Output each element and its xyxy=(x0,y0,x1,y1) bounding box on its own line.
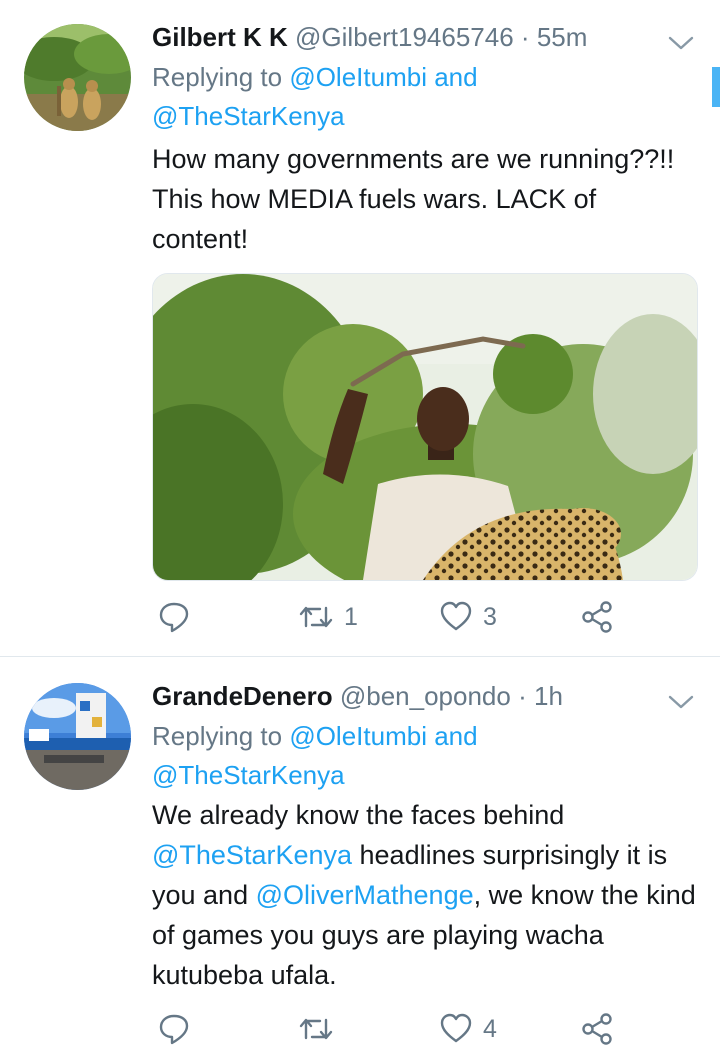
separator-dot: · xyxy=(520,22,530,52)
avatar[interactable] xyxy=(24,683,131,790)
reply-and[interactable]: and xyxy=(434,721,477,751)
retweet-icon xyxy=(298,600,334,634)
reply-and[interactable]: and xyxy=(434,62,477,92)
retweet-count: 1 xyxy=(344,602,358,631)
reply-mention-link[interactable]: @OleItumbi xyxy=(289,721,427,751)
chevron-down-icon[interactable] xyxy=(666,684,696,709)
mention-link[interactable]: @TheStarKenya xyxy=(152,840,352,870)
share-button[interactable] xyxy=(580,1009,614,1049)
tweet-header: GrandeDenero @ben_opondo · 1h xyxy=(152,675,696,717)
scrollbar-thumb[interactable] xyxy=(712,67,720,107)
tweet[interactable]: GrandeDenero @ben_opondo · 1h Replying t… xyxy=(0,657,720,1050)
like-count: 4 xyxy=(483,1014,497,1043)
retweet-button[interactable]: 1 xyxy=(298,597,358,637)
display-name[interactable]: GrandeDenero xyxy=(152,681,333,711)
user-handle[interactable]: @Gilbert19465746 xyxy=(295,22,514,52)
like-count: 3 xyxy=(483,602,497,631)
tweet-content: Gilbert K K @Gilbert19465746 · 55m Reply… xyxy=(152,16,698,581)
tweet-content: GrandeDenero @ben_opondo · 1h Replying t… xyxy=(152,675,696,995)
tweet-media-image[interactable] xyxy=(152,273,698,581)
reply-mention-link[interactable]: @OleItumbi xyxy=(289,62,427,92)
reply-icon xyxy=(157,1012,191,1046)
heart-icon xyxy=(439,600,473,634)
reply-button[interactable] xyxy=(157,1009,191,1049)
reply-mention-link[interactable]: @TheStarKenya xyxy=(152,101,345,131)
replying-prefix: Replying to xyxy=(152,721,283,751)
timestamp[interactable]: 55m xyxy=(537,22,588,52)
like-button[interactable]: 3 xyxy=(439,597,497,637)
timestamp[interactable]: 1h xyxy=(534,681,563,711)
share-icon xyxy=(580,600,614,634)
like-button[interactable]: 4 xyxy=(439,1009,497,1049)
share-button[interactable] xyxy=(580,597,614,637)
tweet-text: How many governments are we running??!! … xyxy=(152,144,675,254)
tweet-actions: 4 xyxy=(152,1009,632,1049)
share-icon xyxy=(580,1012,614,1046)
tweet[interactable]: Gilbert K K @Gilbert19465746 · 55m Reply… xyxy=(0,0,720,656)
reply-icon xyxy=(157,600,191,634)
replying-to: Replying to @OleItumbi and @TheStarKenya xyxy=(152,58,696,136)
reply-button[interactable] xyxy=(157,597,191,637)
display-name[interactable]: Gilbert K K xyxy=(152,22,288,52)
chevron-down-icon[interactable] xyxy=(666,25,696,50)
avatar[interactable] xyxy=(24,24,131,131)
retweet-button[interactable] xyxy=(298,1009,334,1049)
mention-link[interactable]: @OliverMathenge xyxy=(256,880,474,910)
replying-prefix: Replying to xyxy=(152,62,283,92)
tweet-actions: 1 3 xyxy=(152,597,632,637)
tweet-text-part: We already know the faces behind xyxy=(152,800,565,830)
reply-mention-link[interactable]: @TheStarKenya xyxy=(152,760,345,790)
tweet-text: We already know the faces behind @TheStar… xyxy=(152,795,696,995)
user-handle[interactable]: @ben_opondo xyxy=(340,681,511,711)
separator-dot: · xyxy=(518,681,527,711)
tweet-header: Gilbert K K @Gilbert19465746 · 55m xyxy=(152,16,696,58)
heart-icon xyxy=(439,1012,473,1046)
retweet-icon xyxy=(298,1012,334,1046)
replying-to: Replying to @OleItumbi and @TheStarKenya xyxy=(152,717,696,795)
